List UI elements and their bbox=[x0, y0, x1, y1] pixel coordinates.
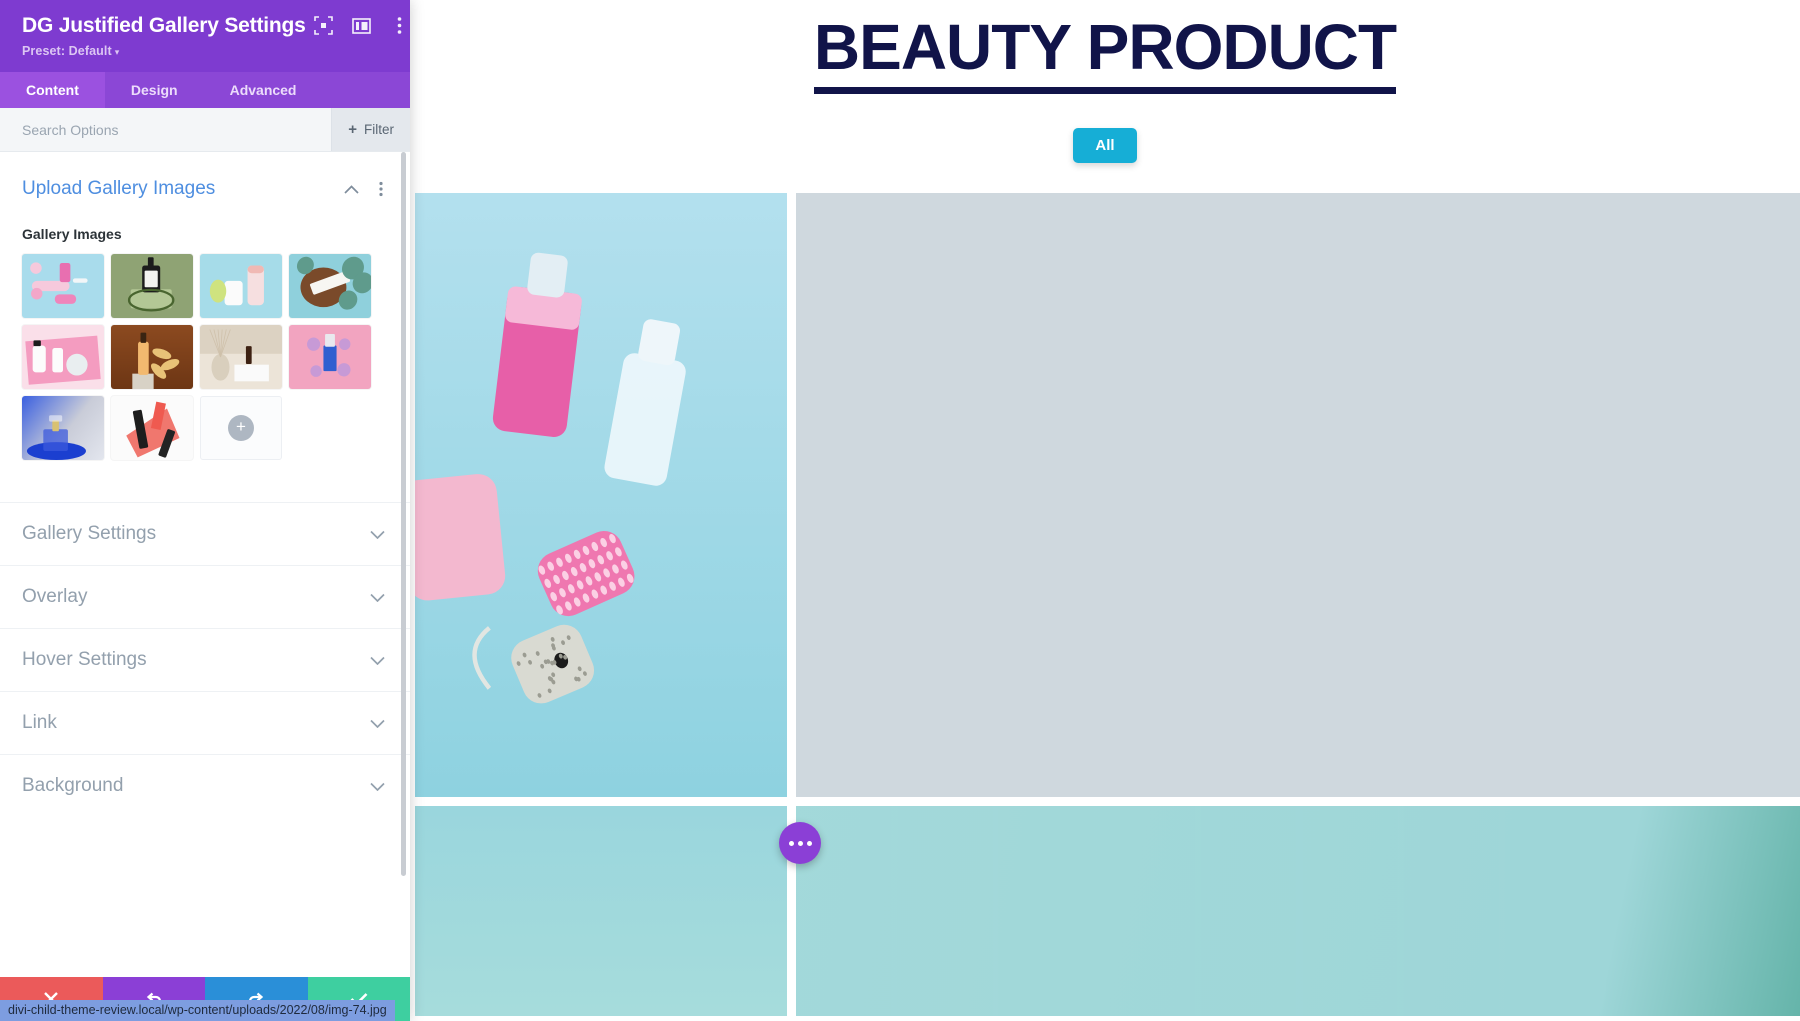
chevron-down-icon bbox=[366, 530, 388, 539]
gallery-thumbnail[interactable] bbox=[111, 254, 193, 318]
filter-button[interactable]: + Filter bbox=[331, 108, 410, 151]
filter-button-label: Filter bbox=[364, 122, 394, 137]
gallery-thumbnail[interactable] bbox=[22, 254, 104, 318]
panel-title: DG Justified Gallery Settings bbox=[22, 14, 306, 37]
tab-advanced[interactable]: Advanced bbox=[204, 72, 323, 108]
gallery-thumbnail[interactable] bbox=[200, 325, 282, 389]
search-input[interactable] bbox=[0, 108, 331, 151]
page-heading-wrap: BEAUTY PRODUCT bbox=[410, 0, 1800, 94]
dot bbox=[789, 841, 794, 846]
section-label: Gallery Settings bbox=[22, 523, 366, 545]
tab-content[interactable]: Content bbox=[0, 72, 105, 108]
status-bar-url: divi-child-theme-review.local/wp-content… bbox=[0, 1000, 395, 1021]
panel-tabs: Content Design Advanced bbox=[0, 72, 410, 108]
page-title: BEAUTY PRODUCT bbox=[814, 14, 1396, 94]
gallery-thumbnail[interactable] bbox=[200, 254, 282, 318]
spacer bbox=[0, 460, 410, 502]
gallery-item[interactable] bbox=[796, 806, 1800, 1016]
panel-scrollbar-thumb[interactable] bbox=[401, 152, 406, 876]
section-label: Hover Settings bbox=[22, 649, 366, 671]
panel-scroll-body: Upload Gallery Images Gallery Images + G… bbox=[0, 152, 410, 977]
gallery-filter-bar: All bbox=[410, 128, 1800, 163]
section-gallery-settings[interactable]: Gallery Settings bbox=[0, 502, 410, 565]
chevron-down-icon bbox=[366, 656, 388, 665]
vertical-dots-icon[interactable] bbox=[390, 16, 410, 36]
gallery-thumbnail[interactable] bbox=[22, 325, 104, 389]
section-title: Upload Gallery Images bbox=[22, 178, 340, 200]
preset-label: Preset: Default bbox=[22, 44, 112, 58]
panel-scrollbar[interactable] bbox=[403, 152, 408, 876]
preset-caret-icon: ▾ bbox=[115, 47, 120, 57]
gallery-item[interactable] bbox=[415, 806, 787, 1016]
gallery-thumbnail[interactable] bbox=[111, 325, 193, 389]
panel-header: DG Justified Gallery Settings Preset: De… bbox=[0, 0, 410, 72]
plus-icon: + bbox=[228, 415, 254, 441]
settings-fab[interactable] bbox=[779, 822, 821, 864]
section-header[interactable]: Upload Gallery Images bbox=[22, 178, 388, 200]
gallery-thumbnail[interactable] bbox=[111, 396, 193, 460]
chevron-up-icon[interactable] bbox=[340, 185, 362, 194]
gallery-item[interactable] bbox=[415, 193, 787, 797]
app-root: DG Justified Gallery Settings Preset: De… bbox=[0, 0, 1800, 1021]
filter-all-button[interactable]: All bbox=[1073, 128, 1136, 163]
gallery-thumbnail[interactable] bbox=[289, 254, 371, 318]
plus-icon: + bbox=[348, 122, 357, 137]
section-link[interactable]: Link bbox=[0, 691, 410, 754]
gallery-item[interactable] bbox=[796, 193, 1800, 797]
dot bbox=[798, 841, 803, 846]
chevron-down-icon bbox=[366, 782, 388, 791]
module-settings-panel: DG Justified Gallery Settings Preset: De… bbox=[0, 0, 410, 1021]
section-label: Overlay bbox=[22, 586, 366, 608]
tab-design[interactable]: Design bbox=[105, 72, 204, 108]
chevron-down-icon bbox=[366, 593, 388, 602]
section-overlay[interactable]: Overlay bbox=[0, 565, 410, 628]
search-row: + Filter bbox=[0, 108, 410, 152]
gallery-images-field-label: Gallery Images bbox=[22, 226, 388, 242]
gallery-images-thumbnail-grid: + bbox=[22, 254, 392, 460]
section-hover-settings[interactable]: Hover Settings bbox=[0, 628, 410, 691]
page-preview: BEAUTY PRODUCT All bbox=[410, 0, 1800, 1021]
dot bbox=[807, 841, 812, 846]
section-background[interactable]: Background bbox=[0, 754, 410, 817]
section-label: Background bbox=[22, 775, 366, 797]
preset-row[interactable]: Preset: Default ▾ bbox=[22, 42, 394, 60]
add-gallery-image-button[interactable]: + bbox=[200, 396, 282, 460]
justified-gallery-grid bbox=[410, 193, 1800, 1016]
layout-panel-icon[interactable] bbox=[352, 16, 372, 36]
panel-header-icons bbox=[314, 16, 410, 36]
focus-target-icon[interactable] bbox=[314, 16, 334, 36]
chevron-down-icon bbox=[366, 719, 388, 728]
section-upload-gallery-images: Upload Gallery Images Gallery Images + bbox=[0, 152, 410, 460]
gallery-thumbnail[interactable] bbox=[22, 396, 104, 460]
panel-title-row: DG Justified Gallery Settings bbox=[22, 14, 394, 37]
section-more-dots-icon[interactable] bbox=[374, 181, 388, 197]
gallery-thumbnail[interactable] bbox=[289, 325, 371, 389]
section-label: Link bbox=[22, 712, 366, 734]
